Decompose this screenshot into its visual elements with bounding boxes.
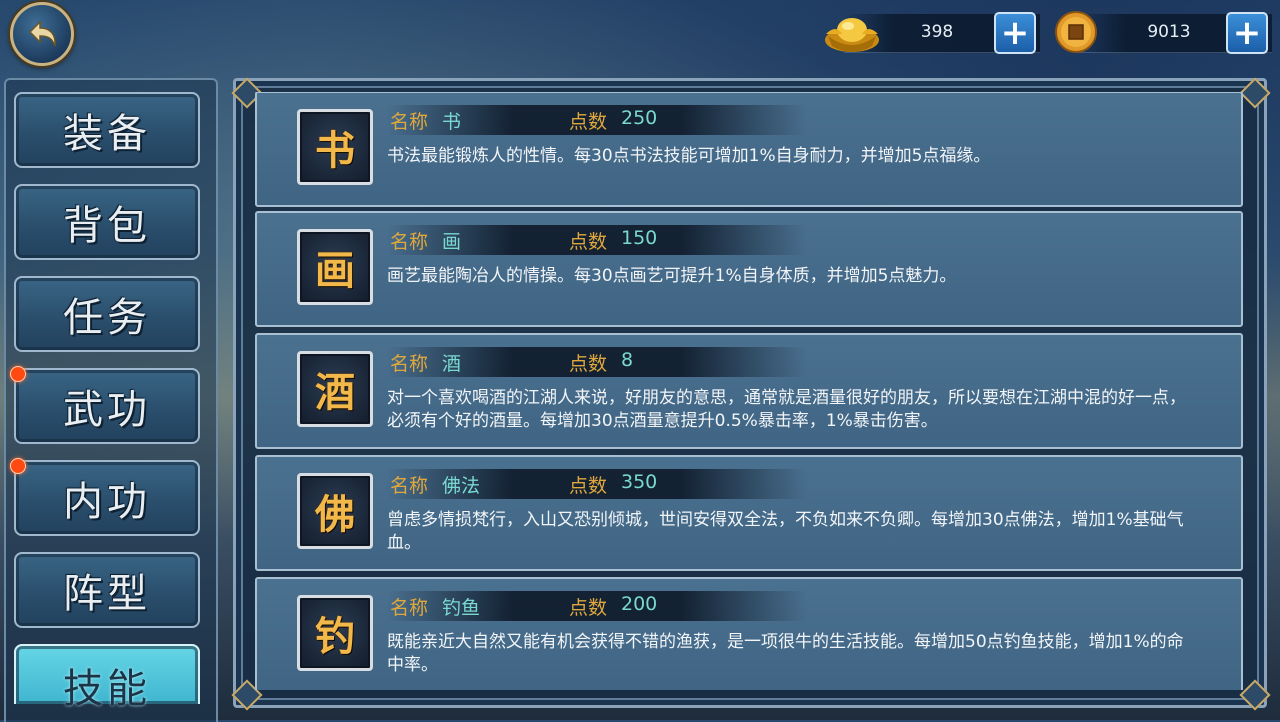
skill-description: 既能亲近大自然又能有机会获得不错的渔获，是一项很牛的生活技能。每增加50点钓鱼技… (387, 632, 1184, 675)
points-label: 点数 (569, 111, 608, 133)
skill-icon-char: 书 (315, 127, 355, 174)
skill-card[interactable]: 钓 名称 钓鱼 点数 200 既能亲近大自然又能有机会获得不错的渔获，是一项很牛的生活技能… (255, 577, 1243, 690)
gold-amount: 398 (920, 22, 954, 42)
copper-coin-icon (1055, 11, 1097, 53)
name-label: 名称 (390, 231, 429, 253)
name-label: 名称 (390, 475, 429, 497)
points-label: 点数 (569, 231, 608, 253)
name-label: 名称 (390, 597, 429, 619)
tab-4[interactable]: 内功 (14, 460, 200, 536)
skill-icon-char: 画 (315, 247, 355, 294)
skill-card[interactable]: 书名称书点数 250 书法最能锻炼人的性情。每30点书法技能可增加1%自身耐力，并增… (255, 92, 1243, 207)
skill-name: 酒 (442, 353, 462, 375)
skill-description: 对一个喜欢喝酒的江湖人来说，好朋友的意思，通常就是酒量很好的朋友，所以要想在江湖… (387, 388, 1186, 431)
skill-points: 200 (621, 593, 658, 615)
skill-points: 150 (621, 227, 658, 249)
skill-description: 书法最能锻炼人的性情。每30点书法技能可增加1%自身耐力，并增加5点福缘。 (387, 146, 991, 166)
tab-5[interactable]: 阵型 (14, 552, 200, 628)
points-label: 点数 (569, 353, 608, 375)
skill-icon: 佛 (297, 473, 373, 549)
name-label: 名称 (390, 353, 429, 375)
skill-icon: 酒 (297, 351, 373, 427)
skill-name: 书 (442, 111, 462, 133)
coin-amount: 9013 (1147, 22, 1191, 42)
points-label: 点数 (569, 597, 608, 619)
skill-points: 250 (621, 107, 658, 129)
tab-label: 武功 (63, 387, 151, 433)
skill-points: 8 (621, 349, 634, 371)
skill-card[interactable]: 酒名称酒点数 8 对一个喜欢喝酒的江湖人来说，好朋友的意思，通常就是酒量很好的朋友，… (255, 333, 1243, 449)
plus-icon: + (1000, 13, 1030, 53)
back-button[interactable] (10, 2, 74, 66)
skill-icon-char: 酒 (315, 369, 355, 416)
tab-label: 装备 (63, 111, 151, 157)
add-gold-button[interactable]: + (994, 12, 1036, 54)
skill-icon-char: 佛 (315, 491, 355, 538)
skill-name: 画 (442, 231, 462, 253)
tab-label: 背包 (63, 203, 151, 249)
tab-label: 任务 (63, 295, 151, 341)
skill-icon-char: 钓 (315, 613, 355, 660)
skill-points: 350 (621, 471, 658, 493)
tab-label: 内功 (63, 479, 151, 525)
skill-icon: 书 (297, 109, 373, 185)
skill-card[interactable]: 佛 名称 佛法 点数 350 曾虑多情损梵行，入山又恐别倾城，世间安得双全法，不负如来不负… (255, 455, 1243, 571)
skill-card[interactable]: 画名称画点数 150 画艺最能陶冶人的情操。每30点画艺可提升1%自身体质，并增加5… (255, 211, 1243, 327)
skill-description: 画艺最能陶冶人的情操。每30点画艺可提升1%自身体质，并增加5点魅力。 (387, 266, 957, 286)
tab-0[interactable]: 装备 (14, 92, 200, 168)
tab-3[interactable]: 武功 (14, 368, 200, 444)
notification-dot (10, 366, 26, 382)
skill-list[interactable]: 书名称书点数 250 书法最能锻炼人的性情。每30点书法技能可增加1%自身耐力，并增… (255, 92, 1243, 690)
skill-icon: 钓 (297, 595, 373, 671)
skill-name: 钓鱼 (442, 597, 481, 619)
notification-dot (10, 458, 26, 474)
skill-icon: 画 (297, 229, 373, 305)
name-label: 名称 (390, 111, 429, 133)
coin-currency: 9013 + (1054, 10, 1272, 54)
skill-description: 曾虑多情损梵行，入山又恐别倾城，世间安得双全法，不负如来不负卿。每增加30点佛法… (387, 510, 1184, 553)
tab-1[interactable]: 背包 (14, 184, 200, 260)
back-arrow-icon (28, 20, 56, 47)
add-coin-button[interactable]: + (1226, 12, 1268, 54)
plus-icon: + (1232, 13, 1262, 53)
tab-label: 阵型 (63, 571, 151, 617)
tab-label: 技能 (63, 666, 151, 712)
tab-6[interactable]: 技能 (14, 644, 200, 712)
tab-2[interactable]: 任务 (14, 276, 200, 352)
gold-currency: 398 + (822, 10, 1040, 54)
points-label: 点数 (569, 475, 608, 497)
skill-name: 佛法 (442, 475, 481, 497)
